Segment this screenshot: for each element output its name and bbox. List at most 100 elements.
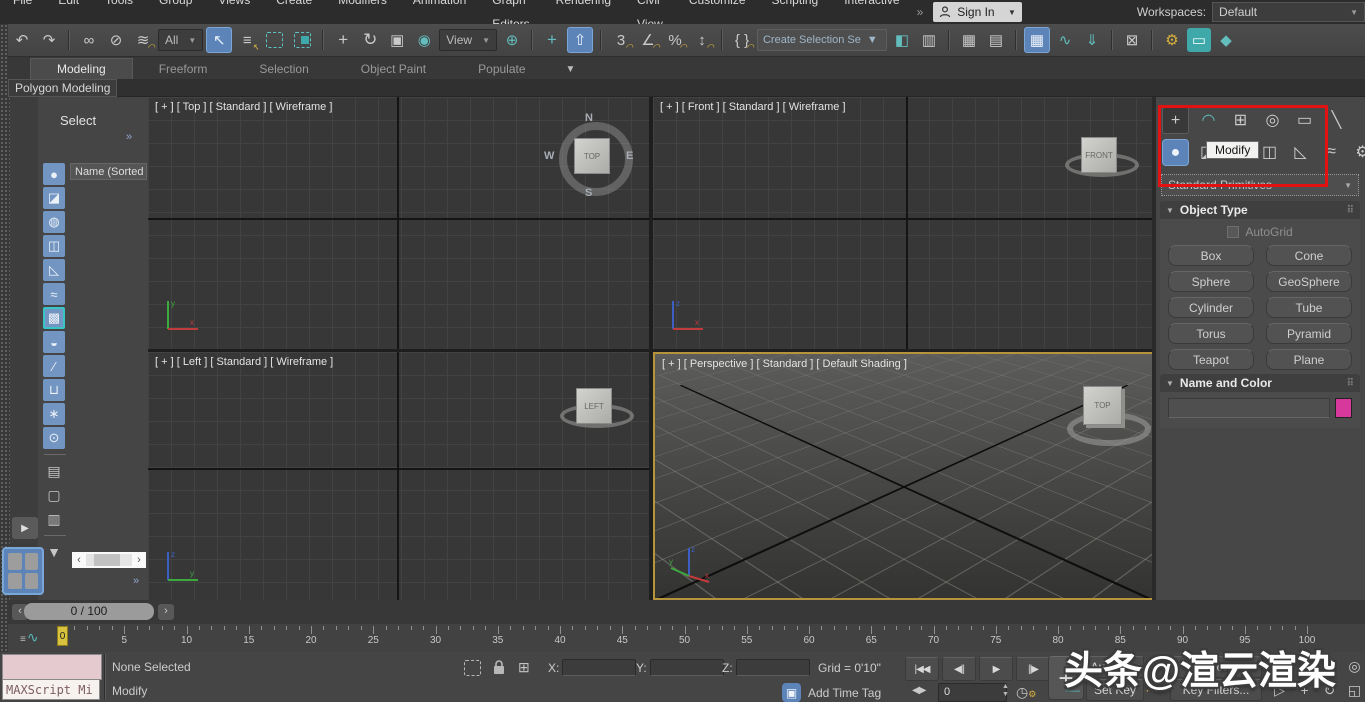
maximize-viewport-icon[interactable]: ◱ [1343, 679, 1365, 701]
maxscript-mini-listener-label[interactable]: MAXScript Mi [2, 679, 100, 700]
spinner-snap-icon[interactable]: ↕◠ [690, 28, 714, 52]
go-to-start-button[interactable]: |◀◀ [905, 657, 939, 681]
geometry-subtab-icon[interactable]: ● [1162, 139, 1189, 166]
notes-view-icon[interactable]: ▥ [43, 508, 65, 530]
add-time-tag[interactable]: Add Time Tag [808, 686, 881, 700]
helpers-subtab-icon[interactable]: ◺ [1288, 139, 1313, 164]
display-geometry-icon[interactable]: ● [43, 163, 65, 185]
panel-grip[interactable] [0, 97, 10, 600]
absolute-offset-mode-icon[interactable]: ⊞ [518, 659, 530, 676]
expand-chevron-icon[interactable]: » [133, 575, 137, 587]
time-slider-thumb[interactable]: 0 / 100 [24, 603, 154, 620]
select-and-place-icon[interactable]: ◉ [412, 28, 436, 52]
display-tab-icon[interactable]: ▭ [1292, 107, 1317, 132]
mirror-icon[interactable]: ◧ [890, 28, 914, 52]
box-button[interactable]: Box [1168, 245, 1254, 266]
angle-snap-icon[interactable]: ∠◠ [636, 28, 660, 52]
torus-button[interactable]: Torus [1168, 323, 1254, 344]
rect-selection-region-icon[interactable] [266, 32, 283, 48]
display-space-warps-icon[interactable]: ≈ [43, 283, 65, 305]
time-configuration-icon[interactable]: ◷⚙ [1016, 684, 1036, 701]
object-color-swatch[interactable] [1335, 398, 1352, 418]
use-pivot-point-icon[interactable]: ⊕ [500, 28, 524, 52]
display-shapes-icon[interactable]: ◪ [43, 187, 65, 209]
sphere-button[interactable]: Sphere [1168, 271, 1254, 292]
toggle-layer-explorer-icon[interactable]: ▤ [984, 28, 1008, 52]
display-xrefs-icon[interactable]: ◒ [43, 331, 65, 353]
menu-overflow-chevron[interactable]: » [917, 5, 924, 19]
viewcube[interactable]: TOP [1083, 386, 1122, 425]
viewcube[interactable]: TOP [574, 138, 610, 174]
scrollbar-track[interactable] [86, 554, 132, 566]
z-coordinate-field[interactable] [736, 659, 810, 676]
display-lights-icon[interactable]: ◍ [43, 211, 65, 233]
y-coordinate-field[interactable] [650, 659, 724, 676]
selection-filter-dropdown[interactable]: All▼ [158, 29, 203, 51]
scroll-left-icon[interactable]: ‹ [72, 554, 86, 566]
list-view-icon[interactable]: ▤ [43, 460, 65, 482]
next-frame-button[interactable]: ||▶ [1016, 657, 1050, 681]
render-production-icon[interactable]: ◆ [1214, 28, 1238, 52]
unlink-selection-icon[interactable]: ⊘ [104, 28, 128, 52]
tab-object-paint[interactable]: Object Paint [335, 59, 452, 79]
scroll-right-icon[interactable]: › [132, 554, 146, 566]
select-object-icon[interactable]: ↖ [206, 27, 232, 53]
x-coordinate-field[interactable] [562, 659, 636, 676]
percent-snap-icon[interactable]: %◠ [663, 28, 687, 52]
viewcube[interactable]: FRONT [1081, 137, 1117, 173]
tab-modeling[interactable]: Modeling [30, 58, 133, 79]
toolbar-grip[interactable] [0, 24, 8, 97]
edit-named-selection-sets-icon[interactable]: { }◠ [730, 28, 754, 52]
viewport-top[interactable]: [ + ] [ Top ] [ Standard ] [ Wireframe ]… [148, 97, 649, 349]
redo-icon[interactable]: ↷ [37, 28, 61, 52]
viewport-left[interactable]: [ + ] [ Left ] [ Standard ] [ Wireframe … [148, 352, 649, 600]
snap-toggle-3d-icon[interactable]: 3◠ [609, 28, 633, 52]
tab-selection[interactable]: Selection [233, 59, 334, 79]
select-and-scale-icon[interactable]: ▣ [385, 28, 409, 52]
toggle-ribbon-icon[interactable]: ▦ [1024, 27, 1050, 53]
frame-forward-button[interactable]: › [158, 604, 174, 620]
display-groups-icon[interactable]: ∗ [43, 403, 65, 425]
drag-grip-icon[interactable]: ⠿ [1347, 378, 1354, 389]
viewport-perspective[interactable]: [ + ] [ Perspective ] [ Standard ] [ Def… [653, 352, 1154, 600]
create-tab-icon[interactable]: + [1162, 107, 1189, 134]
keyboard-shortcut-override-icon[interactable]: ⇧ [567, 27, 593, 53]
key-mode-toggle-icon[interactable]: ◀▶ [912, 685, 925, 696]
expand-chevron-icon[interactable]: » [126, 131, 130, 143]
toggle-scene-explorer-icon[interactable]: ▦ [957, 28, 981, 52]
render-setup-icon[interactable]: ⚙ [1160, 28, 1184, 52]
schematic-view-icon[interactable]: ⇓ [1080, 28, 1104, 52]
cone-button[interactable]: Cone [1266, 245, 1352, 266]
ribbon-overflow-icon[interactable]: ▼ [566, 64, 576, 79]
reference-coordinate-dropdown[interactable]: View▼ [439, 29, 497, 51]
blank-view-icon[interactable]: ▢ [43, 484, 65, 506]
window-crossing-icon[interactable] [294, 32, 311, 48]
play-button[interactable]: ▶ [979, 657, 1013, 681]
display-helpers-icon[interactable]: ◺ [43, 259, 65, 281]
select-and-link-icon[interactable]: ∞ [77, 28, 101, 52]
material-editor-icon[interactable]: ⊠ [1120, 28, 1144, 52]
viewport-label[interactable]: [ + ] [ Left ] [ Standard ] [ Wireframe … [155, 356, 333, 368]
display-visibility-icon[interactable]: ⊙ [43, 427, 65, 449]
display-containers-icon[interactable]: ⊔ [43, 379, 65, 401]
sign-in-button[interactable]: Sign In ▼ [933, 2, 1022, 22]
expand-panel-button[interactable]: ▶ [12, 517, 38, 539]
horizontal-scrollbar[interactable]: ‹ › [72, 552, 146, 568]
current-frame-marker[interactable]: 0 [57, 626, 68, 646]
geosphere-button[interactable]: GeoSphere [1266, 271, 1352, 292]
utilities-tab-icon[interactable]: ╲ [1324, 107, 1349, 132]
current-frame-field[interactable]: 0 [938, 683, 1007, 702]
viewport-label[interactable]: [ + ] [ Top ] [ Standard ] [ Wireframe ] [155, 101, 332, 113]
rollout-header[interactable]: ▼ Object Type ⠿ [1160, 201, 1360, 219]
select-and-move-icon[interactable]: + [331, 28, 355, 52]
viewcube[interactable]: LEFT [576, 388, 612, 424]
maxscript-mini-listener-pink[interactable] [2, 654, 102, 680]
plane-button[interactable]: Plane [1266, 349, 1352, 370]
panel-grip[interactable] [0, 600, 8, 624]
tube-button[interactable]: Tube [1266, 297, 1352, 318]
polygon-modeling-panel[interactable]: Polygon Modeling [8, 79, 117, 97]
rendered-frame-window-icon[interactable]: ▭ [1187, 28, 1211, 52]
category-dropdown[interactable]: Standard Primitives ▼ [1162, 175, 1358, 195]
display-filter-funnel-icon[interactable]: ▼ [43, 541, 65, 563]
viewport-label[interactable]: [ + ] [ Perspective ] [ Standard ] [ Def… [662, 358, 907, 370]
